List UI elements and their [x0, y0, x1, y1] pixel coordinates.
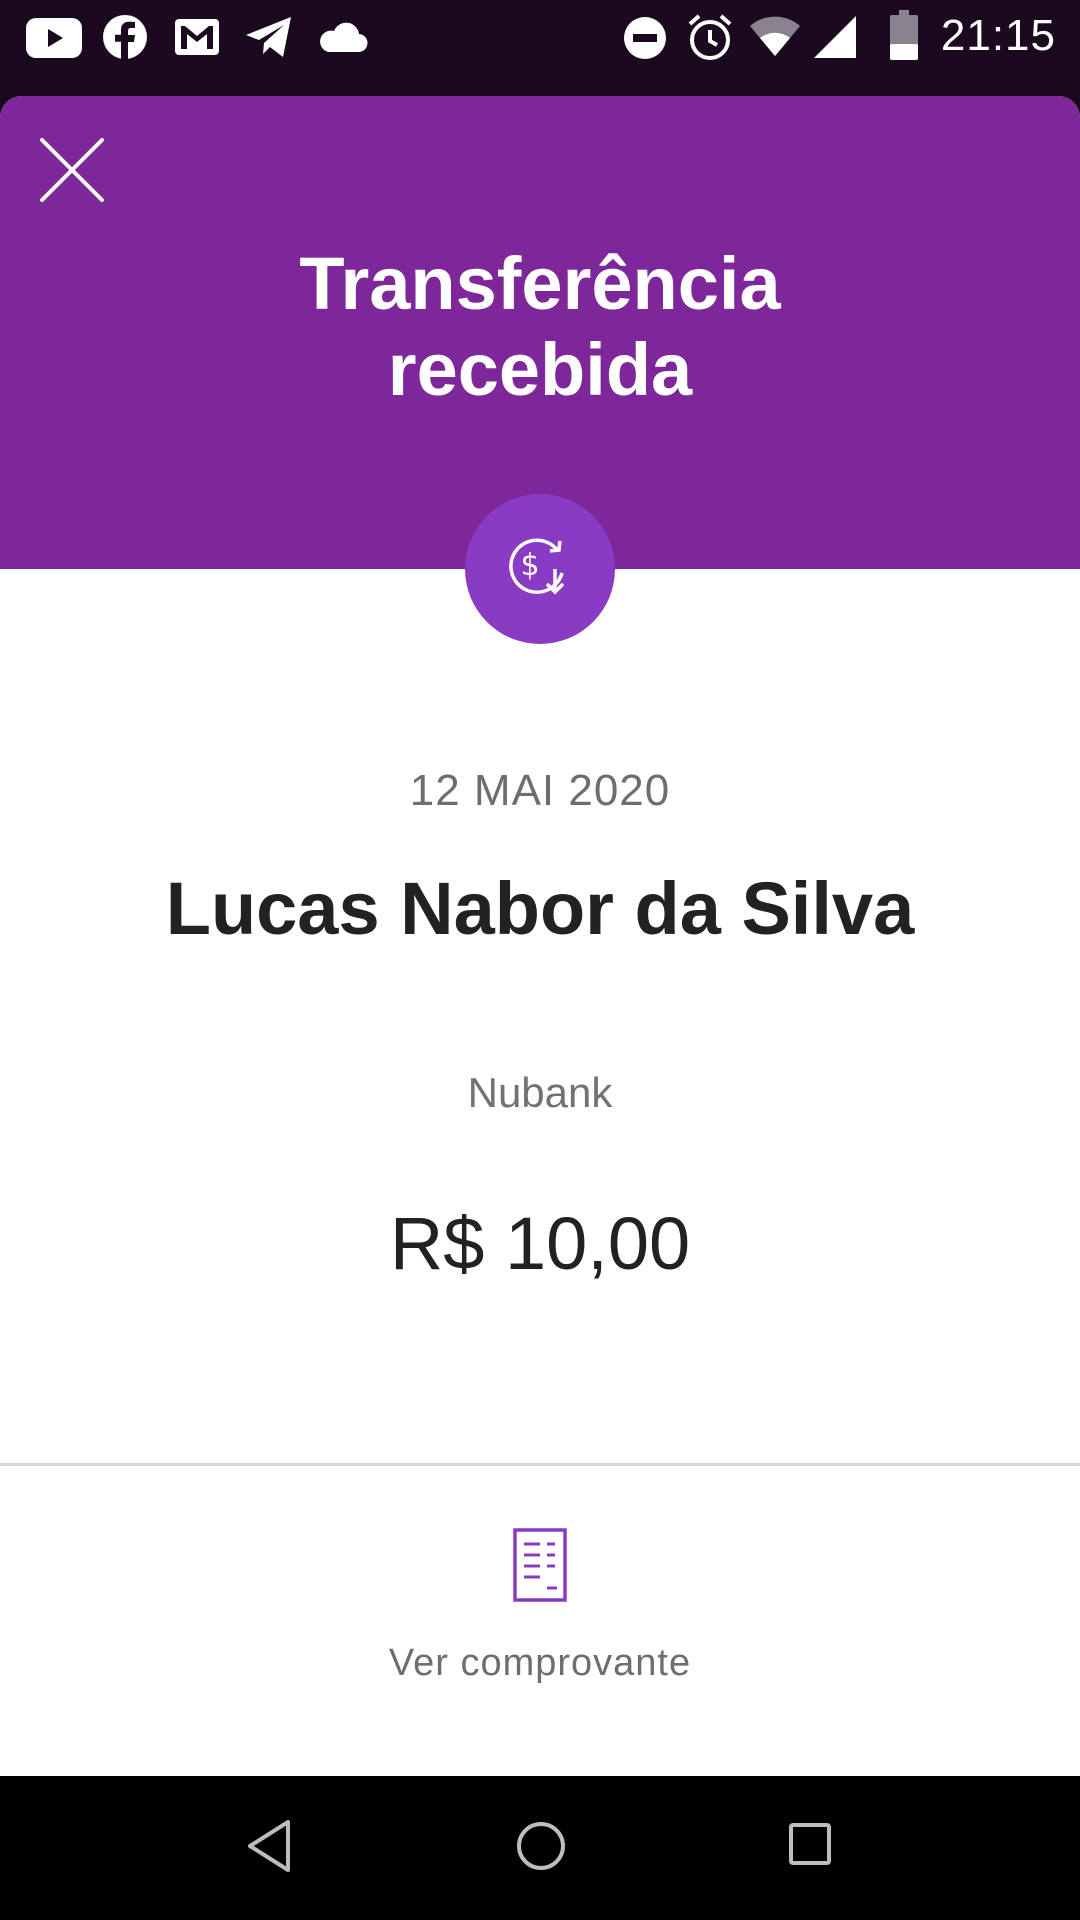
page-title: Transferência recebida	[0, 241, 1080, 413]
signal-icon	[814, 16, 856, 58]
view-receipt-button[interactable]: Ver comprovante	[300, 1526, 780, 1776]
cloud-icon	[320, 22, 368, 53]
transfer-date: 12 MAI 2020	[409, 766, 671, 815]
sender-bank: Nubank	[467, 1069, 613, 1116]
transfer-type-badge: $	[465, 494, 615, 644]
navigation-bar	[0, 1776, 1080, 1920]
view-receipt-label: Ver comprovante	[388, 1642, 692, 1684]
divider	[0, 1463, 1080, 1466]
svg-text:$: $	[520, 548, 539, 583]
do-not-disturb-icon	[624, 17, 666, 59]
clock: 21:15	[940, 11, 1056, 60]
transfer-amount: R$ 10,00	[389, 1202, 691, 1285]
page-title-line2: recebida	[387, 328, 693, 411]
close-icon	[40, 138, 104, 202]
transfer-details-sheet: Transferência recebida $ 12 MAI 2020 Luc…	[0, 96, 1080, 1776]
recents-icon[interactable]	[788, 1822, 832, 1866]
back-icon[interactable]	[246, 1818, 292, 1874]
battery-icon	[890, 10, 918, 60]
receipt-icon	[513, 1528, 567, 1602]
wifi-icon	[750, 16, 800, 56]
status-bar: 21:15	[0, 0, 1080, 96]
gmail-icon	[175, 19, 219, 55]
money-received-icon: $	[509, 538, 565, 595]
page-title-line1: Transferência	[299, 242, 781, 325]
youtube-icon	[26, 18, 82, 58]
alarm-icon	[688, 14, 732, 60]
facebook-icon	[103, 15, 147, 60]
telegram-icon	[246, 17, 291, 57]
sender-name: Lucas Nabor da Silva	[165, 867, 915, 950]
home-icon[interactable]	[515, 1820, 567, 1872]
close-button[interactable]	[34, 132, 110, 208]
